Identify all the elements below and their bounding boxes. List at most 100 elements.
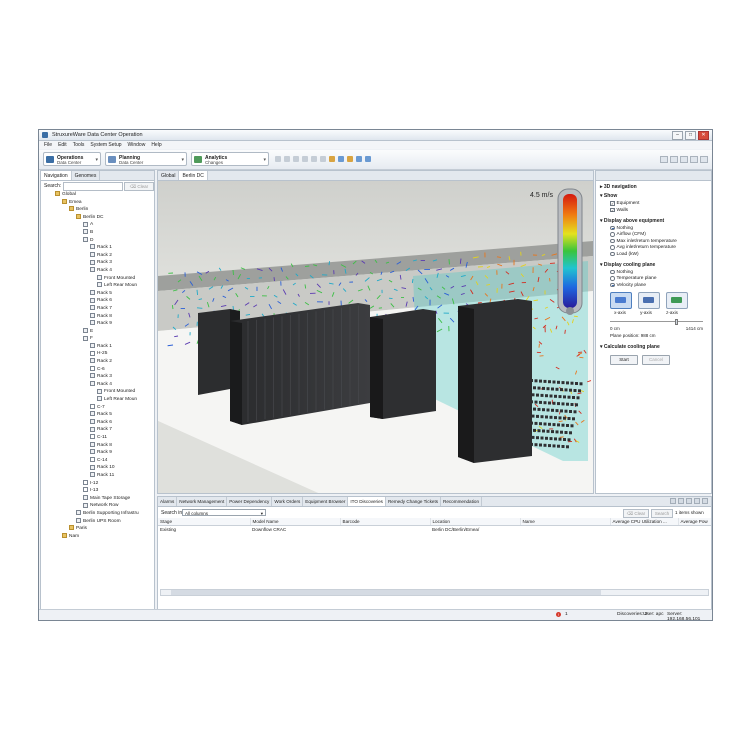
layout-icon[interactable] (338, 156, 344, 162)
column-header[interactable]: Model Name (250, 518, 341, 526)
layout-single-icon[interactable] (660, 156, 668, 163)
menu-window[interactable]: Window (128, 142, 146, 148)
tree-node[interactable]: Front Mounted (41, 388, 154, 396)
cancel-button[interactable]: Cancel (642, 354, 670, 365)
tree-node[interactable]: Rack 5 (41, 289, 154, 298)
tree-node[interactable]: Berlin (41, 206, 154, 214)
layout-rows-icon[interactable] (700, 156, 708, 163)
section-calculate[interactable]: ▾ Calculate cooling plane (600, 344, 711, 350)
tree-node[interactable]: Berlin UPS Room (41, 517, 154, 526)
table-row[interactable]: Existing Downflow CRAC Berlin DC/Berlin/Em… (158, 526, 711, 534)
bottom-tab[interactable]: Network Management (177, 497, 228, 506)
perspective-operations[interactable]: Operations Data Center ▾ (43, 152, 101, 166)
colorbar-knob[interactable] (566, 307, 574, 315)
plane-temperature-radio[interactable]: Temperature plane (610, 276, 711, 281)
layout-columns-icon[interactable] (680, 156, 688, 163)
x-axis-button[interactable] (610, 291, 632, 309)
above-nothing-radio[interactable]: Nothing (610, 226, 711, 231)
bottom-tab[interactable]: ITO Discoveries (348, 497, 386, 506)
column-header[interactable]: Location (430, 518, 521, 526)
maximize-panel-icon[interactable] (702, 498, 708, 504)
menu-edit[interactable]: Edit (58, 142, 67, 148)
menu-file[interactable]: File (44, 142, 52, 148)
filter-icon[interactable] (678, 498, 684, 504)
maximize-icon[interactable]: □ (685, 131, 696, 140)
menu-tools[interactable]: Tools (73, 142, 85, 148)
plane-position-slider[interactable] (610, 318, 703, 325)
tree-node[interactable]: Global (41, 191, 154, 199)
export-icon[interactable] (365, 156, 371, 162)
view-icon[interactable] (356, 156, 362, 162)
tree-node[interactable]: Rack 1 (41, 244, 154, 252)
tree-node[interactable]: Rack 7 (41, 305, 154, 313)
section-cooling-plane[interactable]: ▾ Display cooling plane (600, 262, 711, 268)
layout-split-icon[interactable] (670, 156, 678, 163)
search-input[interactable] (63, 182, 123, 191)
bottom-tab[interactable]: Equipment Browser (303, 497, 349, 506)
tab-global[interactable]: Global (158, 171, 180, 180)
show-walls-checkbox[interactable]: ✓ Walls (610, 208, 711, 213)
tree-node[interactable]: Rack 5 (41, 411, 154, 419)
3d-scene[interactable]: 4.5 m/s (158, 181, 593, 493)
start-button[interactable]: Start (610, 354, 638, 365)
tree-node[interactable]: Paris (41, 525, 154, 533)
menu-help[interactable]: Help (151, 142, 161, 148)
tree-node[interactable]: E (41, 327, 154, 336)
error-icon[interactable]: ! (556, 612, 561, 617)
tab-berlin-dc[interactable]: Berlin DC (179, 171, 208, 180)
section-3d-navigation[interactable]: ▸ 3D navigation (600, 184, 711, 190)
tree-node[interactable]: C-11 (41, 434, 154, 442)
tree-node[interactable]: C-6 (41, 365, 154, 374)
close-icon[interactable]: ✕ (698, 131, 709, 140)
tree-node[interactable]: Rack 2 (41, 358, 154, 366)
tree-node[interactable]: Rack 8 (41, 441, 154, 450)
tree-node[interactable]: Rack 7 (41, 426, 154, 434)
column-header[interactable]: Barcode (340, 518, 431, 526)
3d-render[interactable]: 4.5 m/s (158, 181, 593, 493)
column-header[interactable]: Average Pow (678, 518, 711, 526)
tree-node[interactable]: Rack 9 (41, 320, 154, 328)
clear-button[interactable]: ⌫ Clear (124, 182, 154, 191)
above-airflow-radio[interactable]: Airflow (CFM) (610, 232, 711, 237)
scrollbar-thumb[interactable] (171, 590, 601, 595)
redo-icon[interactable] (293, 156, 299, 162)
section-display-above[interactable]: ▾ Display above equipment (600, 218, 711, 224)
tree-node[interactable]: Left Rear Moun (41, 396, 154, 404)
delete-icon[interactable] (320, 156, 326, 162)
horizontal-scrollbar[interactable] (160, 589, 709, 596)
tree-node[interactable]: Berlin DC (41, 214, 154, 222)
tree-node[interactable]: I-12 (41, 479, 154, 488)
perspective-planning[interactable]: Planning Data Center ▾ (105, 152, 187, 166)
tree-node[interactable]: Nam (41, 532, 154, 541)
bottom-tab[interactable]: Alarms (158, 497, 178, 506)
tree-node[interactable]: Rack 9 (41, 449, 154, 457)
show-equipment-checkbox[interactable]: ✓ Equipment (610, 201, 711, 206)
minimize-icon[interactable]: – (672, 131, 683, 140)
above-max-temp-radio[interactable]: Max inlet/return temperature (610, 239, 711, 244)
tree-node[interactable]: B (41, 229, 154, 237)
tree-node[interactable]: Berlin Supporting Infrastru (41, 510, 154, 518)
column-header[interactable]: Name (520, 518, 611, 526)
tree-node[interactable]: Rack 3 (41, 259, 154, 267)
table-search-button[interactable]: Search (651, 509, 673, 518)
y-axis-button[interactable] (638, 291, 660, 309)
tree-node[interactable]: Emea (41, 198, 154, 207)
tree-node[interactable]: Rack 8 (41, 312, 154, 321)
tree-node[interactable]: Rack 4 (41, 267, 154, 275)
tree-node[interactable]: Rack 11 (41, 472, 154, 480)
slider-thumb[interactable] (675, 318, 679, 325)
bottom-tab[interactable]: Power Dependency (227, 497, 273, 506)
tab-navigation[interactable]: Navigation (41, 171, 72, 180)
layout-grid-icon[interactable] (690, 156, 698, 163)
tree-node[interactable]: Front Mounted (41, 274, 154, 283)
section-show[interactable]: ▾ Show (600, 193, 711, 199)
tree-node[interactable]: I-13 (41, 487, 154, 495)
table-clear-button[interactable]: ⌫ Clear (623, 509, 649, 518)
tree-node[interactable]: Rack 2 (41, 251, 154, 260)
tree-node[interactable]: Left Rear Moun (41, 282, 154, 290)
tree-node[interactable]: H-25 (41, 350, 154, 358)
column-header[interactable]: Stage (158, 518, 251, 526)
tab-genomes[interactable]: Genomes (72, 171, 101, 180)
above-avg-temp-radio[interactable]: Avg inlet/return temperature (610, 245, 711, 250)
perspective-analytics[interactable]: Analytics Changes ▾ (191, 152, 269, 166)
